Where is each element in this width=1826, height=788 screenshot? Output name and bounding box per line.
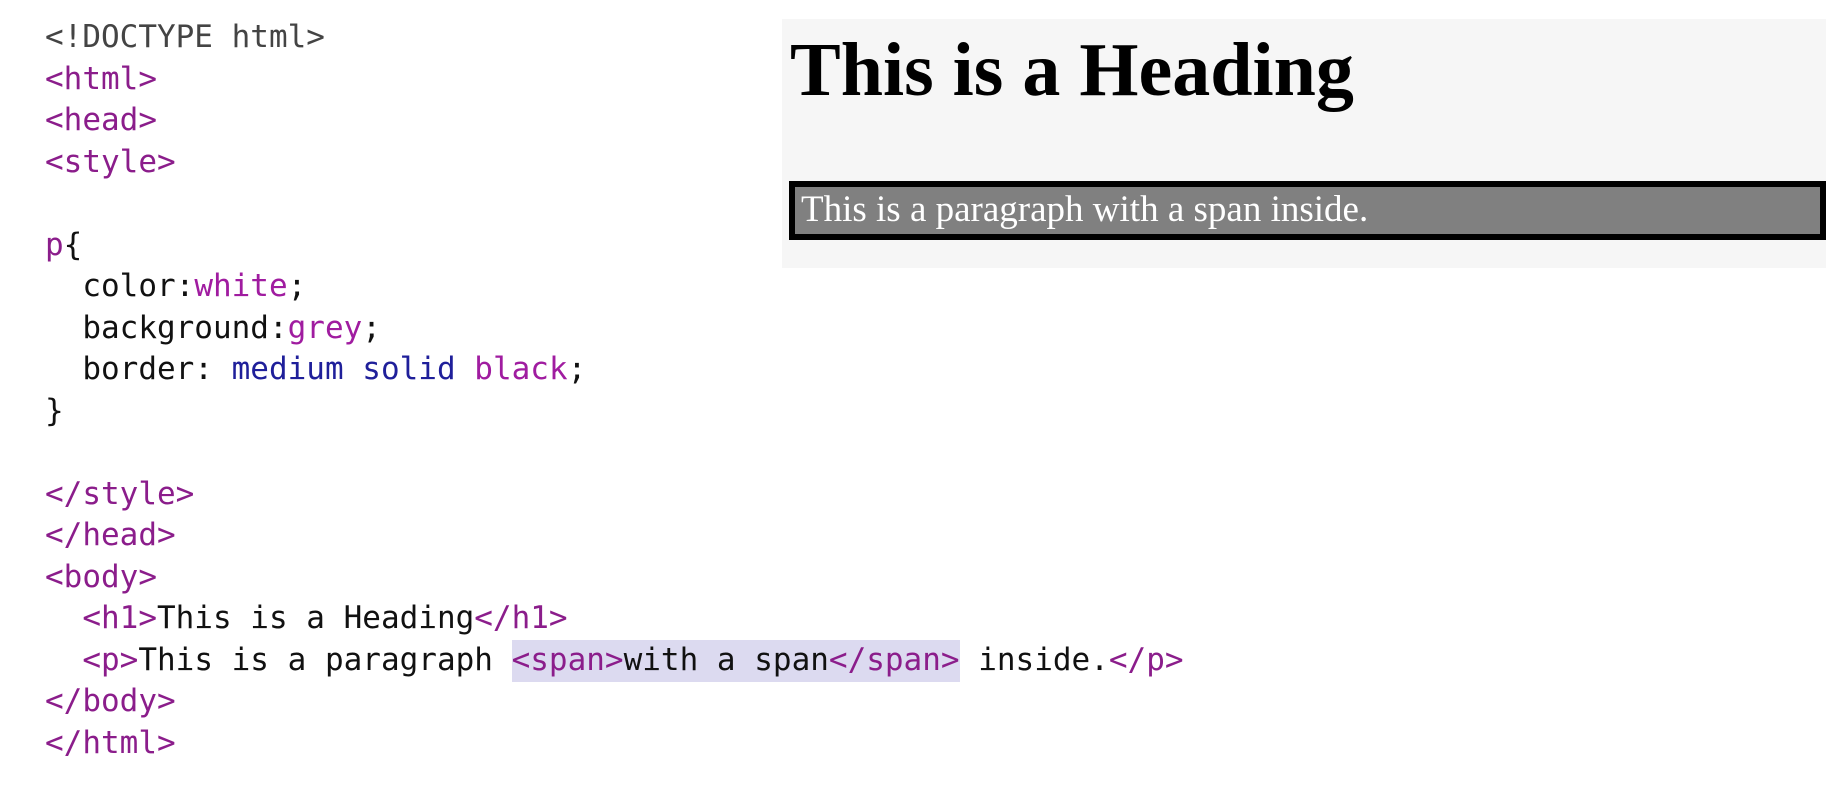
span-source-text: with a span bbox=[623, 641, 829, 678]
h1-open-tag: <h1> bbox=[82, 600, 157, 636]
html-close-tag: </html> bbox=[45, 724, 176, 761]
h1-source-text: This is a Heading bbox=[156, 600, 475, 636]
code-line-css-color: color:white; bbox=[45, 266, 1184, 308]
code-line-body-open: <body> bbox=[45, 557, 1184, 599]
css-semicolon: ; bbox=[362, 309, 381, 346]
head-close-tag: </head> bbox=[45, 517, 176, 553]
html-open-tag: <html> bbox=[45, 60, 157, 97]
result-paragraph: This is a paragraph with a span inside. bbox=[789, 181, 1826, 240]
code-line-body-close: </body> bbox=[45, 681, 1184, 723]
code-editor[interactable]: <!DOCTYPE html> <html> <head> <style> p{ co… bbox=[0, 0, 1184, 788]
css-value-border-style: solid bbox=[362, 351, 456, 387]
code-line-css-border: border: medium solid black; bbox=[45, 349, 1184, 391]
css-semicolon: ; bbox=[567, 351, 587, 387]
result-heading: This is a Heading bbox=[790, 28, 1354, 112]
body-open-tag: <body> bbox=[45, 558, 157, 595]
css-selector: p bbox=[45, 226, 64, 263]
css-semicolon: ; bbox=[287, 268, 307, 304]
css-value-color: white bbox=[194, 268, 288, 304]
p-close-tag: </p> bbox=[1108, 641, 1184, 678]
code-line-h1: <h1>This is a Heading</h1> bbox=[45, 598, 1184, 640]
style-close-tag: </style> bbox=[45, 475, 195, 512]
head-open-tag: <head> bbox=[45, 102, 157, 138]
tryit-editor-page: <!DOCTYPE html> <html> <head> <style> p{ co… bbox=[0, 0, 1826, 788]
span-selection-highlight[interactable]: <span>with a span</span> bbox=[511, 639, 960, 682]
p-source-text-before: This is a paragraph bbox=[138, 641, 512, 678]
code-line-style-close: </style> bbox=[45, 474, 1184, 516]
css-value-border-width: medium bbox=[231, 351, 344, 387]
css-property-background: background: bbox=[82, 309, 288, 346]
css-property-color: color: bbox=[82, 268, 195, 304]
span-open-tag: <span> bbox=[511, 641, 624, 678]
code-line-css-background: background:grey; bbox=[45, 308, 1184, 350]
code-line-css-close: } bbox=[45, 391, 1184, 433]
css-open-brace: { bbox=[63, 226, 83, 263]
css-value-border-color: black bbox=[474, 351, 568, 387]
style-open-tag: <style> bbox=[45, 143, 176, 180]
code-line-html-close: </html> bbox=[45, 723, 1184, 765]
code-line-head-close: </head> bbox=[45, 515, 1184, 557]
css-value-background: grey bbox=[287, 309, 363, 346]
css-property-border: border: bbox=[82, 351, 232, 387]
result-preview: This is a Heading This is a paragraph wi… bbox=[782, 19, 1826, 268]
code-line-p: <p>This is a paragraph <span>with a span… bbox=[45, 639, 1184, 682]
span-close-tag: </span> bbox=[828, 641, 960, 678]
h1-close-tag: </h1> bbox=[474, 600, 568, 636]
doctype-declaration: <!DOCTYPE html> bbox=[45, 19, 325, 55]
p-source-text-after: inside. bbox=[959, 641, 1109, 678]
body-close-tag: </body> bbox=[45, 683, 176, 719]
p-open-tag: <p> bbox=[82, 641, 139, 678]
css-close-brace: } bbox=[45, 392, 64, 429]
